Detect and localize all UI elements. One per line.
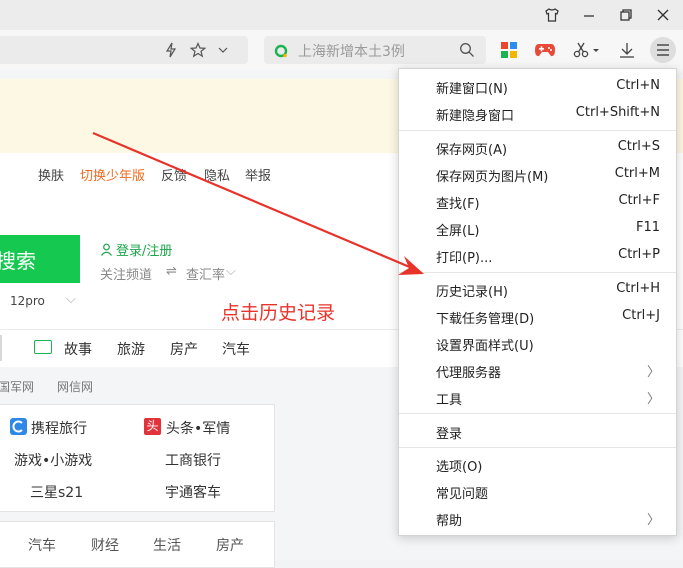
chevron-down-icon: ⌵ xyxy=(66,292,76,307)
site-link[interactable]: 网信网 xyxy=(57,378,93,395)
menu-item-options[interactable]: 选项(O) xyxy=(399,451,676,478)
menu-item-proxy[interactable]: 代理服务器〉 xyxy=(399,357,676,384)
story-tab-icon xyxy=(34,340,52,354)
privacy-link[interactable]: 隐私 xyxy=(204,165,230,184)
download-icon[interactable] xyxy=(616,39,638,61)
chevron-down-icon[interactable] xyxy=(212,39,234,61)
menu-item-new-window[interactable]: 新建窗口(N) Ctrl+N xyxy=(399,73,676,100)
menu-separator xyxy=(399,130,676,131)
tab-auto[interactable]: 汽车 xyxy=(28,535,56,555)
search-suggestion[interactable]: 12pro xyxy=(10,294,45,308)
menu-item-help[interactable]: 帮助〉 xyxy=(399,505,676,532)
exchange-icon: ⇌ xyxy=(166,264,177,279)
search-button-label: 搜索 xyxy=(0,248,36,273)
game-controller-icon[interactable] xyxy=(534,39,556,61)
menu-separator xyxy=(399,413,676,414)
chevron-right-icon: 〉 xyxy=(646,365,660,380)
scissors-icon[interactable] xyxy=(572,39,602,61)
tab-travel[interactable]: 旅游 xyxy=(117,339,145,359)
address-bar[interactable] xyxy=(0,36,248,64)
lightning-icon[interactable] xyxy=(160,39,182,61)
chevron-down-icon: ⌵ xyxy=(226,264,236,279)
search-input[interactable]: 上海新增本土3例 xyxy=(298,41,405,61)
annotation-text: 点击历史记录 xyxy=(221,302,336,324)
menu-item-ui-style[interactable]: 设置界面样式(U) xyxy=(399,330,676,357)
search-engine-logo-icon xyxy=(274,43,288,58)
main-menu-icon[interactable] xyxy=(650,37,676,63)
restore-icon[interactable] xyxy=(614,4,638,26)
menu-item-save-page[interactable]: 保存网页(A) Ctrl+S xyxy=(399,134,676,161)
apps-grid-icon[interactable] xyxy=(498,39,520,61)
skin-link[interactable]: 换肤 xyxy=(38,165,64,184)
menu-item-login[interactable]: 登录 xyxy=(399,418,676,445)
tab-life[interactable]: 生活 xyxy=(153,535,181,555)
menu-item-new-incognito[interactable]: 新建隐身窗口 Ctrl+Shift+N xyxy=(399,100,676,127)
skin-shirt-icon[interactable] xyxy=(540,4,564,26)
site-link[interactable]: 三星s21 xyxy=(30,482,83,502)
tab-realestate[interactable]: 房产 xyxy=(170,339,198,359)
site-link[interactable]: 携程旅行 xyxy=(31,418,87,438)
report-link[interactable]: 举报 xyxy=(245,165,271,184)
tab-story[interactable]: 故事 xyxy=(64,339,92,359)
menu-item-tools[interactable]: 工具〉 xyxy=(399,384,676,411)
site-link[interactable]: 游戏•小游戏 xyxy=(14,450,92,470)
site-link[interactable]: 工商银行 xyxy=(165,450,221,470)
tab-finance[interactable]: 财经 xyxy=(91,535,119,555)
menu-item-downloads[interactable]: 下载任务管理(D) Ctrl+J xyxy=(399,303,676,330)
site-link[interactable]: 宇通客车 xyxy=(165,482,221,502)
menu-separator xyxy=(399,272,676,273)
site-link[interactable]: 头条•军情 xyxy=(166,418,230,438)
search-button[interactable]: 搜索 xyxy=(0,235,80,283)
search-box[interactable]: 上海新增本土3例 xyxy=(264,36,486,64)
close-icon[interactable] xyxy=(651,4,675,26)
site-link[interactable]: 国军网 xyxy=(0,378,34,395)
feedback-link[interactable]: 反馈 xyxy=(161,165,187,184)
tab-realestate[interactable]: 房产 xyxy=(216,535,244,555)
teen-version-link[interactable]: 切换少年版 xyxy=(80,165,145,184)
menu-item-fullscreen[interactable]: 全屏(L) F11 xyxy=(399,215,676,242)
menu-item-faq[interactable]: 常见问题 xyxy=(399,478,676,505)
title-bar xyxy=(0,0,683,30)
menu-item-print[interactable]: 打印(P)... Ctrl+P xyxy=(399,242,676,269)
menu-separator xyxy=(399,447,676,448)
main-dropdown-menu: 新建窗口(N) Ctrl+N 新建隐身窗口 Ctrl+Shift+N 保存网页(A)… xyxy=(398,68,677,536)
chevron-right-icon: 〉 xyxy=(646,513,660,528)
menu-item-find[interactable]: 查找(F) Ctrl+F xyxy=(399,188,676,215)
divider xyxy=(0,335,2,361)
menu-item-save-as-image[interactable]: 保存网页为图片(M) Ctrl+M xyxy=(399,161,676,188)
toutiao-icon: 头 xyxy=(144,418,161,435)
ctrip-icon xyxy=(10,418,27,435)
toolbar: 上海新增本土3例 xyxy=(0,30,683,71)
user-icon xyxy=(100,241,114,256)
login-link[interactable]: 登录/注册 xyxy=(116,240,172,259)
search-icon[interactable] xyxy=(459,42,475,58)
star-icon[interactable] xyxy=(187,39,209,61)
follow-channel-link[interactable]: 关注频道 xyxy=(100,264,152,283)
menu-item-history[interactable]: 历史记录(H) Ctrl+H xyxy=(399,276,676,303)
tab-auto[interactable]: 汽车 xyxy=(222,339,250,359)
exchange-rate-link[interactable]: 查汇率 xyxy=(186,264,225,283)
chevron-right-icon: 〉 xyxy=(646,392,660,407)
minimize-icon[interactable] xyxy=(577,4,601,26)
